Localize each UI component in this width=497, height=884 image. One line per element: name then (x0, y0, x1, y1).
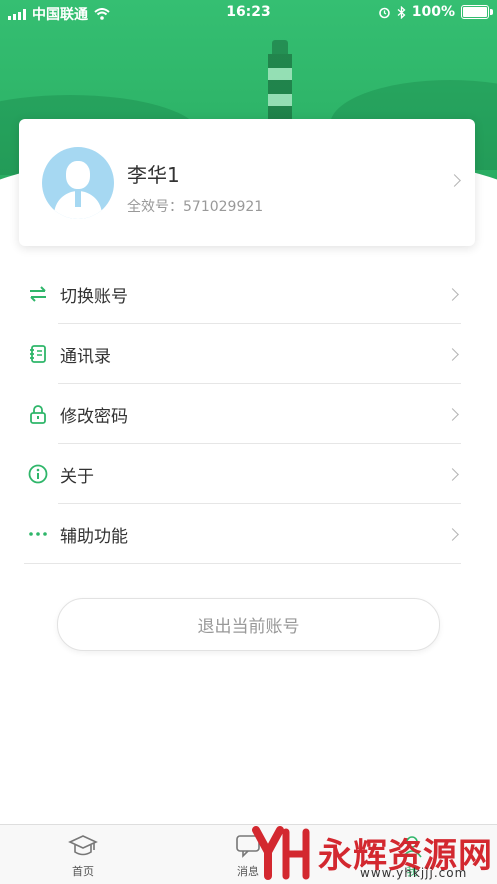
chevron-right-icon (446, 348, 459, 361)
tab-home[interactable]: 首页 (53, 833, 113, 879)
avatar (42, 147, 114, 219)
account-label: 全效号： (127, 199, 183, 215)
bluetooth-icon (397, 5, 406, 19)
chevron-right-icon (446, 528, 459, 541)
menu-item-about[interactable]: 关于 (0, 444, 497, 504)
lock-icon (30, 405, 46, 424)
menu-item-label: 辅助功能 (60, 526, 128, 547)
status-bar: 中国联通 16:23 100% (0, 0, 497, 26)
watermark-url: www.yhkjjj.com (360, 866, 468, 880)
account-number: 571029921 (183, 199, 264, 215)
menu-item-label: 切换账号 (60, 286, 128, 307)
settings-menu: 切换账号 通讯录 修改密码 关于 辅助功能 (0, 264, 497, 564)
alarm-icon (378, 7, 390, 18)
chevron-right-icon (446, 288, 459, 301)
menu-item-contacts[interactable]: 通讯录 (0, 324, 497, 384)
divider (24, 563, 461, 564)
battery-icon (461, 5, 493, 19)
menu-item-label: 关于 (60, 466, 94, 487)
chevron-right-icon (446, 468, 459, 481)
menu-item-accessibility[interactable]: 辅助功能 (0, 504, 497, 564)
chevron-right-icon (446, 408, 459, 421)
profile-name: 李华1 (127, 163, 180, 187)
logout-button[interactable]: 退出当前账号 (57, 598, 440, 651)
graduation-cap-icon (68, 835, 98, 856)
contacts-icon (30, 345, 46, 363)
more-dots-icon (29, 532, 47, 536)
profile-card[interactable]: 李华1 全效号：571029921 (19, 119, 475, 246)
lighthouse-illustration (262, 40, 298, 130)
menu-item-label: 通讯录 (60, 346, 111, 367)
menu-item-change-password[interactable]: 修改密码 (0, 384, 497, 444)
watermark-logo-icon (252, 825, 310, 880)
info-icon (28, 464, 48, 484)
tab-label: 首页 (72, 865, 94, 878)
battery-percent: 100% (411, 4, 455, 20)
chevron-right-icon (448, 174, 461, 187)
menu-item-label: 修改密码 (60, 406, 128, 427)
switch-icon (30, 286, 46, 302)
watermark: 永辉资源网 www.yhkjjj.com (250, 822, 497, 883)
profile-account: 全效号：571029921 (127, 196, 263, 216)
menu-item-switch-account[interactable]: 切换账号 (0, 264, 497, 324)
